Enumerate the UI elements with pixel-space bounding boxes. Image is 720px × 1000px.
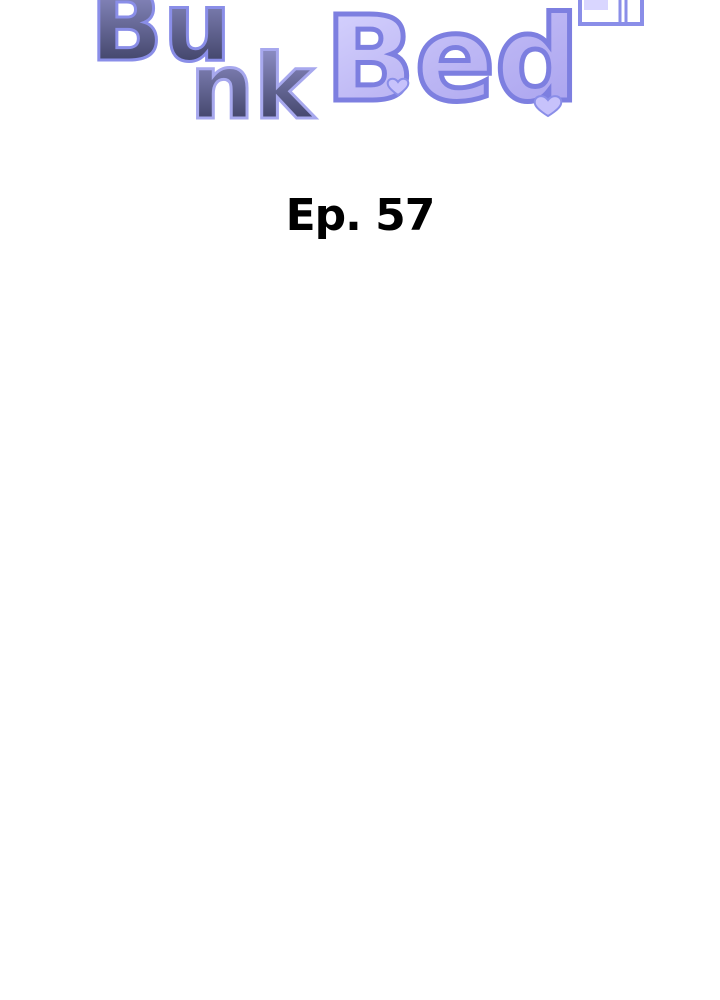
episode-title: Ep. 57 (285, 190, 436, 241)
logo-text-nk: nk (190, 35, 316, 140)
series-logo: Bu nk Bed (80, 0, 660, 150)
bunk-bed-icon (578, 0, 644, 26)
